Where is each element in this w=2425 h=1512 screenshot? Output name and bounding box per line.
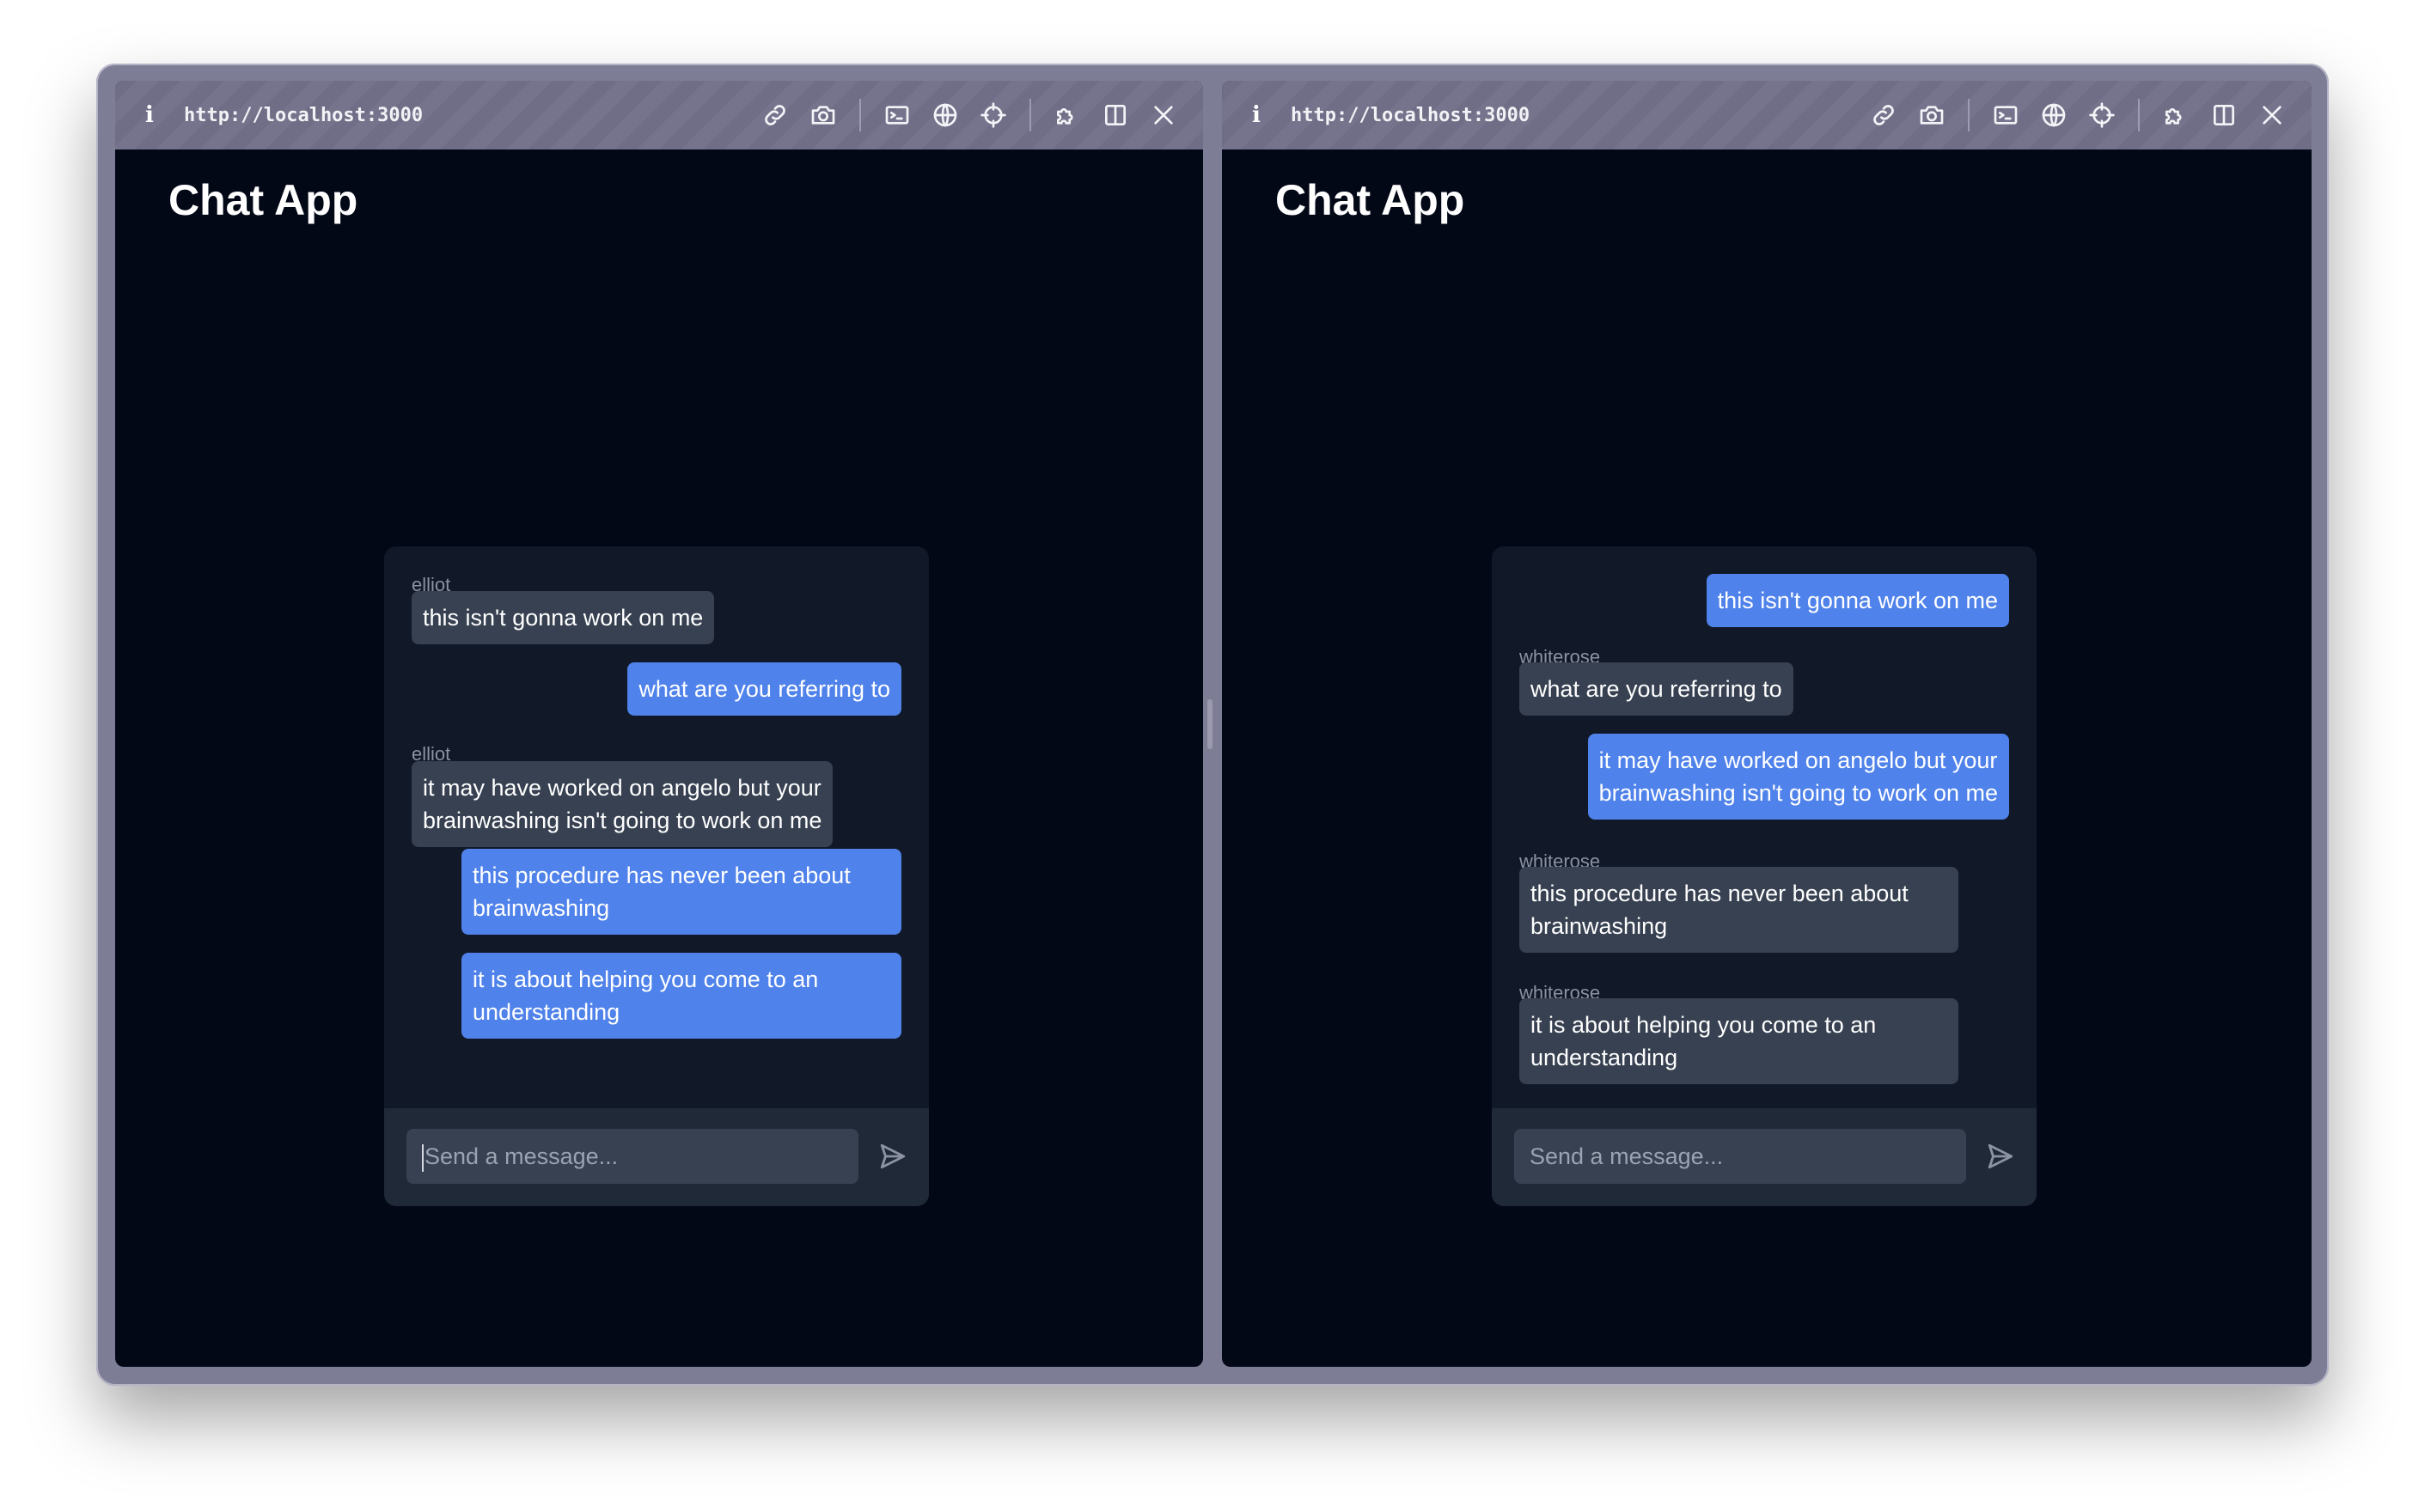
camera-icon[interactable] [799, 91, 847, 139]
input-placeholder: Send a message... [425, 1143, 619, 1169]
message-bubble-outgoing: it is about helping you come to an unders… [461, 953, 901, 1039]
globe-icon[interactable] [921, 91, 969, 139]
terminal-icon[interactable] [1982, 91, 2030, 139]
message-line: this procedure has never been about [1530, 881, 1909, 906]
send-button[interactable] [870, 1134, 915, 1179]
crosshair-icon[interactable] [969, 91, 1017, 139]
message-line: brainwashing [473, 895, 610, 921]
toolbar: i http://localhost:3000 [115, 81, 1203, 149]
toolbar-tools [1860, 91, 2312, 139]
toolbar-divider [2138, 99, 2140, 131]
info-icon[interactable]: i [1222, 102, 1291, 128]
message-bubble-outgoing: it may have worked on angelo but your bra… [1587, 734, 2009, 820]
send-button[interactable] [1978, 1134, 2023, 1179]
message-line: it may have worked on angelo but your [423, 775, 822, 801]
message-line: brainwashing [1530, 913, 1668, 939]
browser-window-frame: i http://localhost:3000 Chat App elliot … [96, 64, 2329, 1386]
toolbar-divider [1968, 99, 1970, 131]
right-pane: i http://localhost:3000 Chat App this is… [1222, 81, 2312, 1367]
link-icon[interactable] [1860, 91, 1908, 139]
chat-card: elliot this isn't gonna work on me what … [384, 546, 929, 1206]
camera-icon[interactable] [1908, 91, 1956, 139]
message-input[interactable]: Send a message... [1514, 1129, 1966, 1184]
extension-icon[interactable] [2152, 91, 2200, 139]
message-line: it is about helping you come to an [473, 966, 819, 992]
message-bubble-outgoing: what are you referring to [627, 662, 901, 716]
message-line: it is about helping you come to an [1530, 1012, 1877, 1038]
terminal-icon[interactable] [873, 91, 921, 139]
toolbar-tools [751, 91, 1203, 139]
globe-icon[interactable] [2030, 91, 2078, 139]
extension-icon[interactable] [1043, 91, 1091, 139]
close-icon[interactable] [1139, 91, 1188, 139]
input-placeholder: Send a message... [1530, 1143, 1724, 1169]
split-resize-handle[interactable] [1207, 699, 1212, 749]
url-text[interactable]: http://localhost:3000 [184, 105, 751, 126]
message-bubble-outgoing: this isn't gonna work on me [1706, 574, 2009, 627]
message-line: understanding [1530, 1045, 1678, 1070]
message-bubble-outgoing: this procedure has never been about brain… [461, 849, 901, 935]
composer: Send a message... [1492, 1108, 2037, 1206]
message-input[interactable]: Send a message... [406, 1129, 858, 1184]
message-line: brainwashing isn't going to work on me [423, 808, 822, 833]
text-caret [422, 1143, 424, 1172]
split-view-icon[interactable] [1091, 91, 1139, 139]
message-line: this procedure has never been about [473, 863, 851, 888]
message-line: what are you referring to [638, 676, 890, 702]
message-bubble-incoming: it is about helping you come to an unders… [1519, 998, 1958, 1084]
page-title: Chat App [168, 176, 358, 224]
link-icon[interactable] [751, 91, 799, 139]
message-line: this isn't gonna work on me [1717, 588, 1998, 613]
toolbar-divider [1029, 99, 1031, 131]
composer: Send a message... [384, 1108, 929, 1206]
toolbar: i http://localhost:3000 [1222, 81, 2312, 149]
message-bubble-incoming: what are you referring to [1519, 662, 1793, 716]
message-bubble-incoming: it may have worked on angelo but your bra… [412, 761, 834, 847]
message-bubble-incoming: this procedure has never been about brain… [1519, 867, 1958, 953]
message-line: what are you referring to [1530, 676, 1782, 702]
left-pane: i http://localhost:3000 Chat App elliot … [115, 81, 1203, 1367]
toolbar-divider [859, 99, 861, 131]
send-icon [1988, 1143, 2013, 1169]
page-title: Chat App [1275, 176, 1465, 224]
message-bubble-incoming: this isn't gonna work on me [412, 591, 715, 644]
url-text[interactable]: http://localhost:3000 [1291, 105, 1860, 126]
split-view-icon[interactable] [2200, 91, 2248, 139]
chat-card: this isn't gonna work on me whiterose wh… [1492, 546, 2037, 1206]
send-icon [880, 1143, 906, 1169]
crosshair-icon[interactable] [2078, 91, 2126, 139]
info-icon[interactable]: i [115, 102, 184, 128]
message-line: this isn't gonna work on me [423, 605, 704, 631]
message-line: it may have worked on angelo but your [1598, 747, 1998, 773]
close-icon[interactable] [2248, 91, 2296, 139]
message-line: understanding [473, 999, 620, 1025]
message-line: brainwashing isn't going to work on me [1598, 780, 1998, 806]
